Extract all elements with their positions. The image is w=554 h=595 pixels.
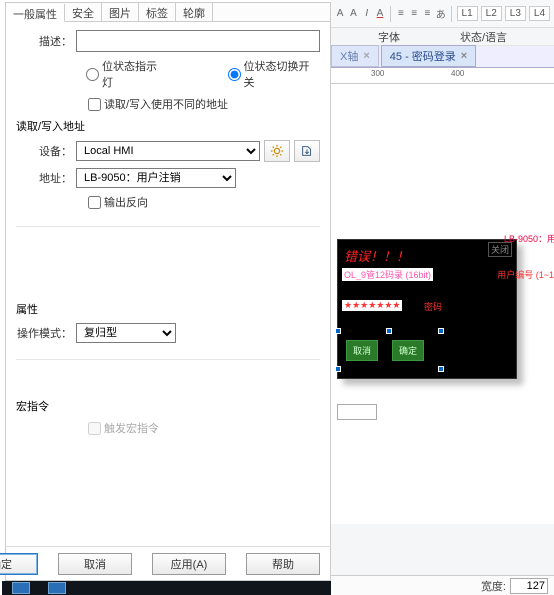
gear-icon bbox=[270, 144, 284, 158]
preview-btn1: 取消 bbox=[346, 340, 378, 361]
preview-user: 用户编号 (1~12) bbox=[497, 268, 554, 281]
chk-invert-input[interactable] bbox=[88, 196, 101, 209]
doc-tab-active[interactable]: 45 - 密码登录 × bbox=[381, 45, 476, 67]
attributes-group: 属性 操作模式： 复归型 bbox=[16, 301, 320, 360]
device-export-button[interactable] bbox=[294, 140, 320, 162]
macro-group-title: 宏指令 bbox=[16, 398, 320, 414]
font-size-dec-icon[interactable]: A bbox=[335, 6, 345, 22]
windows-taskbar bbox=[2, 581, 331, 595]
export-icon bbox=[300, 144, 314, 158]
mode-select[interactable]: 复归型 bbox=[76, 323, 176, 343]
preview-close: 关闭 bbox=[488, 242, 512, 257]
chk-diff-addr-input[interactable] bbox=[88, 98, 101, 111]
lang-section-label: 状态/语言 bbox=[460, 29, 507, 45]
attr-group-title: 属性 bbox=[16, 301, 320, 317]
preview-ol: OL_9管12码录 (16bit) bbox=[342, 268, 433, 281]
dialog-tabs: 一般属性 安全 图片 标签 轮廓 bbox=[6, 3, 330, 22]
chk-diff-addr[interactable]: 读取/写入使用不同的地址 bbox=[88, 96, 320, 112]
width-value[interactable] bbox=[510, 578, 548, 594]
macro-group: 宏指令 触发宏指令 bbox=[16, 398, 320, 452]
italic-icon[interactable]: I bbox=[362, 6, 372, 22]
chk-macro: 触发宏指令 bbox=[88, 420, 320, 436]
mode-label: 操作模式： bbox=[16, 325, 76, 341]
addr-label: 地址： bbox=[16, 170, 76, 186]
cancel-button[interactable]: 取消 bbox=[58, 553, 132, 575]
font-section-label: 字体 bbox=[378, 29, 400, 45]
radio-indicator-input[interactable] bbox=[86, 68, 99, 81]
sub-toolbar: 字体 状态/语言 bbox=[331, 28, 554, 46]
tab-outline[interactable]: 轮廓 bbox=[176, 3, 213, 21]
chk-macro-input bbox=[88, 422, 101, 435]
layer-l1[interactable]: L1 bbox=[457, 6, 478, 21]
tab-label[interactable]: 标签 bbox=[139, 3, 176, 21]
description-label: 描述： bbox=[16, 33, 76, 49]
font-size-inc-icon[interactable]: A bbox=[348, 6, 358, 22]
align-left-icon[interactable]: ≡ bbox=[396, 6, 406, 22]
apply-button[interactable]: 应用(A) bbox=[152, 553, 226, 575]
dialog-button-bar: 确定 取消 应用(A) 帮助 bbox=[6, 546, 330, 580]
tab-image[interactable]: 图片 bbox=[102, 3, 139, 21]
ok-button[interactable]: 确定 bbox=[0, 553, 38, 575]
close-icon[interactable]: × bbox=[363, 50, 369, 62]
addr-select[interactable]: LB-9050：用户注销 bbox=[76, 168, 236, 188]
device-label: 设备： bbox=[16, 143, 76, 159]
align-center-icon[interactable]: ≡ bbox=[409, 6, 419, 22]
preview-stars: ★★★★★★★ bbox=[342, 300, 402, 311]
rw-group-title: 读取/写入地址 bbox=[16, 118, 320, 134]
width-label: 宽度: bbox=[481, 578, 506, 594]
designer-background: A A I A ≡ ≡ ≡ あ L1 L2 L3 L4 字体 状态/语言 X轴 … bbox=[331, 0, 554, 595]
hmi-preview-window: LB-9050：用户注销) 关闭 错误！！！ OL_9管12码录 (16bit)… bbox=[337, 239, 517, 379]
align-right-icon[interactable]: ≡ bbox=[422, 6, 432, 22]
taskbar-app-icon[interactable] bbox=[48, 582, 66, 594]
rw-address-group: 读取/写入地址 设备： Local HMI 地址： bbox=[16, 118, 320, 227]
cjk-icon[interactable]: あ bbox=[436, 6, 446, 22]
horizontal-ruler: 300 400 bbox=[331, 68, 554, 84]
font-color-icon[interactable]: A bbox=[375, 6, 385, 22]
layer-l4[interactable]: L4 bbox=[529, 6, 550, 21]
main-toolbar: A A I A ≡ ≡ ≡ あ L1 L2 L3 L4 bbox=[331, 0, 554, 28]
preview-error: 错误！！！ bbox=[344, 246, 409, 265]
chk-invert-output[interactable]: 输出反向 bbox=[88, 194, 320, 210]
empty-box bbox=[337, 404, 377, 420]
radio-switch-input[interactable] bbox=[228, 68, 241, 81]
properties-dialog: 一般属性 安全 图片 标签 轮廓 描述： 位状态指示灯 位状态切换开关 bbox=[5, 2, 331, 581]
document-tabs: X轴 × 45 - 密码登录 × bbox=[331, 46, 554, 68]
radio-indicator[interactable]: 位状态指示灯 bbox=[86, 58, 168, 90]
dialog-body: 描述： 位状态指示灯 位状态切换开关 读取/写入使用不同的地址 bbox=[6, 22, 330, 452]
device-select[interactable]: Local HMI bbox=[76, 141, 260, 161]
radio-switch[interactable]: 位状态切换开关 bbox=[228, 58, 320, 90]
layer-l2[interactable]: L2 bbox=[481, 6, 502, 21]
doc-tab-prev[interactable]: X轴 × bbox=[331, 45, 379, 67]
description-input[interactable] bbox=[76, 30, 320, 52]
close-icon[interactable]: × bbox=[461, 50, 467, 62]
layer-l3[interactable]: L3 bbox=[505, 6, 526, 21]
help-button[interactable]: 帮助 bbox=[246, 553, 320, 575]
preview-btn2: 确定 bbox=[392, 340, 424, 361]
status-bar: 宽度: bbox=[331, 575, 554, 595]
tab-security[interactable]: 安全 bbox=[65, 3, 102, 21]
device-settings-button[interactable] bbox=[264, 140, 290, 162]
design-canvas[interactable]: LB-9050：用户注销) 关闭 错误！！！ OL_9管12码录 (16bit)… bbox=[331, 84, 554, 524]
tab-general[interactable]: 一般属性 bbox=[6, 4, 65, 22]
taskbar-app-icon[interactable] bbox=[12, 582, 30, 594]
preview-pwd: 密码 bbox=[424, 300, 442, 313]
